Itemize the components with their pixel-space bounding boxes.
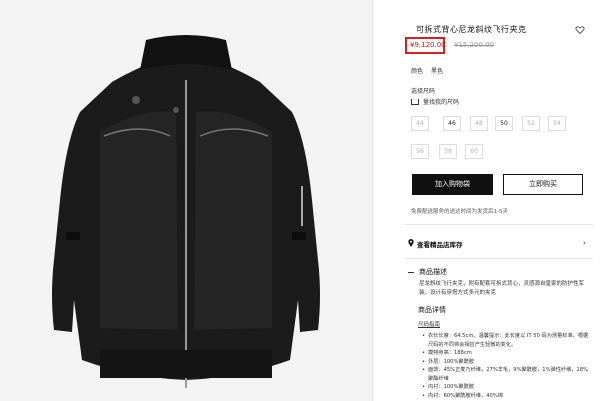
size-option-56[interactable]: 56: [411, 144, 429, 159]
original-price: ¥15,200.00: [454, 41, 495, 49]
divider: [405, 258, 593, 259]
product-image-panel: [0, 0, 372, 401]
color-value: 黑色: [431, 68, 444, 75]
size-option-44[interactable]: 44: [411, 116, 429, 131]
ruler-icon: [411, 98, 419, 105]
buy-now-button[interactable]: 立即购买: [503, 174, 583, 195]
list-item: 面饰：45%正麦乃纤维，27%羊毛，9%聚酰胺，1%弹性纤维，18%聚酯纤维: [422, 366, 590, 383]
panel-divider: [372, 0, 373, 401]
size-option-46[interactable]: 46: [443, 116, 461, 131]
add-to-cart-button[interactable]: 加入购物袋: [412, 174, 493, 195]
size-option-54[interactable]: 54: [548, 116, 566, 131]
list-item: 内衬：60%聚酰胺纤维，40%棉: [422, 392, 590, 401]
shipping-note: 免费配送服务的送达时间为发货后1-5天: [411, 209, 508, 215]
fit-guide-link[interactable]: 尺码指南: [418, 320, 440, 328]
product-title: 可拆式背心尼龙斜纹飞行夹克: [416, 25, 527, 34]
jacket-image: [52, 35, 320, 388]
list-item: 内衬：100%聚酰胺: [422, 383, 590, 392]
list-item: 模特身高：188cm: [422, 349, 590, 358]
size-option-50[interactable]: 50: [495, 116, 513, 131]
size-option-58[interactable]: 58: [439, 144, 457, 159]
heart-icon[interactable]: [575, 25, 585, 35]
size-guide-link[interactable]: 量找我的尺码: [411, 97, 459, 106]
store-stock-label: 查看精品店库存: [417, 241, 463, 249]
product-page: 可拆式背心尼龙斜纹飞行夹克 ¥9,120.00 ¥15,200.00 颜色 黑色…: [0, 0, 600, 401]
current-price: ¥9,120.00: [410, 41, 446, 49]
chevron-right-icon: ›: [583, 239, 586, 247]
product-details-panel: 可拆式背心尼龙斜纹飞行夹克 ¥9,120.00 ¥15,200.00 颜色 黑色…: [395, 0, 600, 401]
details-list: 衣长长度：64.5cm。温馨提示：此长度以 IT 50 码为测量标准，根据尺码的…: [422, 332, 590, 400]
store-stock-link[interactable]: 查看精品店库存 ›: [408, 238, 590, 250]
description-heading-label: 商品描述: [419, 268, 447, 276]
location-pin-icon: [408, 239, 414, 247]
size-option-48[interactable]: 48: [470, 116, 488, 131]
size-option-52[interactable]: 52: [522, 116, 540, 131]
description-heading[interactable]: 商品描述: [408, 267, 447, 277]
divider: [405, 224, 593, 225]
description-text: 尼龙斜纹飞行夹克，附有配套可拆式背心，灵感源自皇家的防护性军装，设计有穿搭方式多…: [419, 281, 585, 296]
list-item: 衣长长度：64.5cm。温馨提示：此长度以 IT 50 码为测量标准，根据尺码的…: [422, 332, 590, 349]
size-label: 选择尺码: [411, 88, 436, 95]
collapse-icon: [408, 271, 414, 273]
color-label: 颜色: [411, 68, 424, 75]
size-guide-label: 量找我的尺码: [423, 99, 460, 106]
size-option-60[interactable]: 60: [465, 144, 483, 159]
list-item: 外层：100%聚酰胺: [422, 358, 590, 367]
details-heading: 商品详情: [418, 306, 446, 314]
